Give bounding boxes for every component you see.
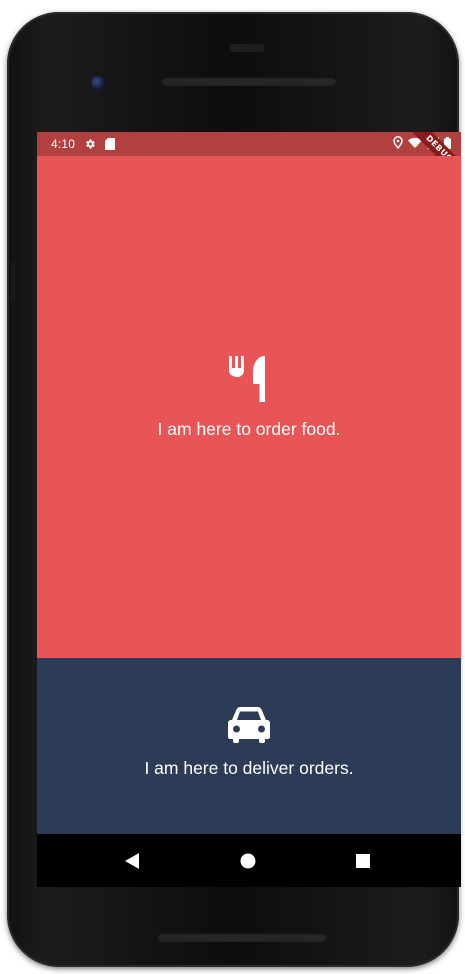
front-camera xyxy=(91,76,105,90)
status-time: 4:10 xyxy=(51,137,76,151)
top-speaker xyxy=(161,76,337,86)
home-icon[interactable] xyxy=(239,852,257,870)
phone-frame: 4:10 DEBUG I am here to order food. I am… xyxy=(7,12,461,967)
status-bar: 4:10 DEBUG xyxy=(37,132,461,190)
device-screen: 4:10 DEBUG I am here to order food. I am… xyxy=(37,132,461,887)
settings-icon xyxy=(84,138,96,150)
sd-card-icon xyxy=(105,138,116,150)
side-button xyxy=(11,262,15,302)
deliver-orders-option[interactable]: I am here to deliver orders. xyxy=(37,658,461,834)
order-food-label: I am here to order food. xyxy=(157,419,341,439)
earpiece xyxy=(229,44,265,52)
restaurant-icon xyxy=(227,356,271,407)
location-icon xyxy=(393,136,403,152)
bottom-speaker xyxy=(157,932,327,942)
recents-icon[interactable] xyxy=(354,852,372,870)
navigation-bar xyxy=(37,834,461,887)
back-icon[interactable] xyxy=(123,852,141,870)
car-icon xyxy=(228,707,270,748)
deliver-orders-label: I am here to deliver orders. xyxy=(144,758,354,778)
order-food-option[interactable]: I am here to order food. xyxy=(37,156,461,658)
